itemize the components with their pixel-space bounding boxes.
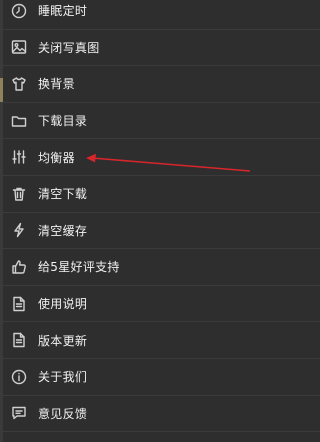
- menu-item-change-background[interactable]: 换背景: [0, 66, 320, 103]
- trash-icon: [0, 186, 38, 202]
- menu-item-feedback[interactable]: 意见反馈: [0, 396, 320, 433]
- menu-item-label: 使用说明: [38, 297, 88, 312]
- timer-icon: [0, 3, 38, 19]
- menu-item-sleep-timer[interactable]: 睡眠定时: [0, 0, 320, 30]
- menu-item-label: 清空下载: [38, 187, 88, 202]
- menu-item-user-guide[interactable]: 使用说明: [0, 286, 320, 323]
- equalizer-icon: [0, 149, 38, 165]
- menu-item-download-folder[interactable]: 下载目录: [0, 103, 320, 140]
- menu-item-label: 均衡器: [38, 150, 75, 165]
- menu-item-label: 版本更新: [38, 333, 88, 348]
- image-icon: [0, 39, 38, 55]
- menu-item-about-us[interactable]: 关于我们: [0, 359, 320, 396]
- menu-item-label: 下载目录: [38, 114, 88, 129]
- menu-item-equalizer[interactable]: 均衡器: [0, 139, 320, 176]
- lightning-icon: [0, 222, 38, 238]
- menu-item-rate-five-stars[interactable]: 给5星好评支持: [0, 249, 320, 286]
- menu-item-clear-downloads[interactable]: 清空下载: [0, 176, 320, 213]
- document-icon: [0, 296, 38, 312]
- menu-item-clear-cache[interactable]: 清空缓存: [0, 213, 320, 250]
- menu-item-label: 关于我们: [38, 370, 88, 385]
- menu-item-label: 换背景: [38, 77, 75, 92]
- menu-item-label: 睡眠定时: [38, 4, 88, 19]
- tshirt-icon: [0, 76, 38, 92]
- info-icon: [0, 369, 38, 385]
- folder-icon: [0, 113, 38, 129]
- menu-item-label: 关闭写真图: [38, 40, 100, 55]
- menu-item-version-update[interactable]: 版本更新: [0, 322, 320, 359]
- chat-icon: [0, 405, 38, 421]
- menu-item-label: 意见反馈: [38, 406, 88, 421]
- settings-menu-screen: 睡眠定时 关闭写真图 换背景 下载目录 均衡器 清空下载 清空缓存 给5星好评支…: [0, 0, 320, 442]
- thumbs-up-icon: [0, 259, 38, 275]
- document-icon: [0, 332, 38, 348]
- menu-item-close-photo[interactable]: 关闭写真图: [0, 30, 320, 67]
- settings-menu: 睡眠定时 关闭写真图 换背景 下载目录 均衡器 清空下载 清空缓存 给5星好评支…: [0, 0, 320, 433]
- menu-item-label: 清空缓存: [38, 223, 88, 238]
- menu-item-label: 给5星好评支持: [38, 260, 120, 275]
